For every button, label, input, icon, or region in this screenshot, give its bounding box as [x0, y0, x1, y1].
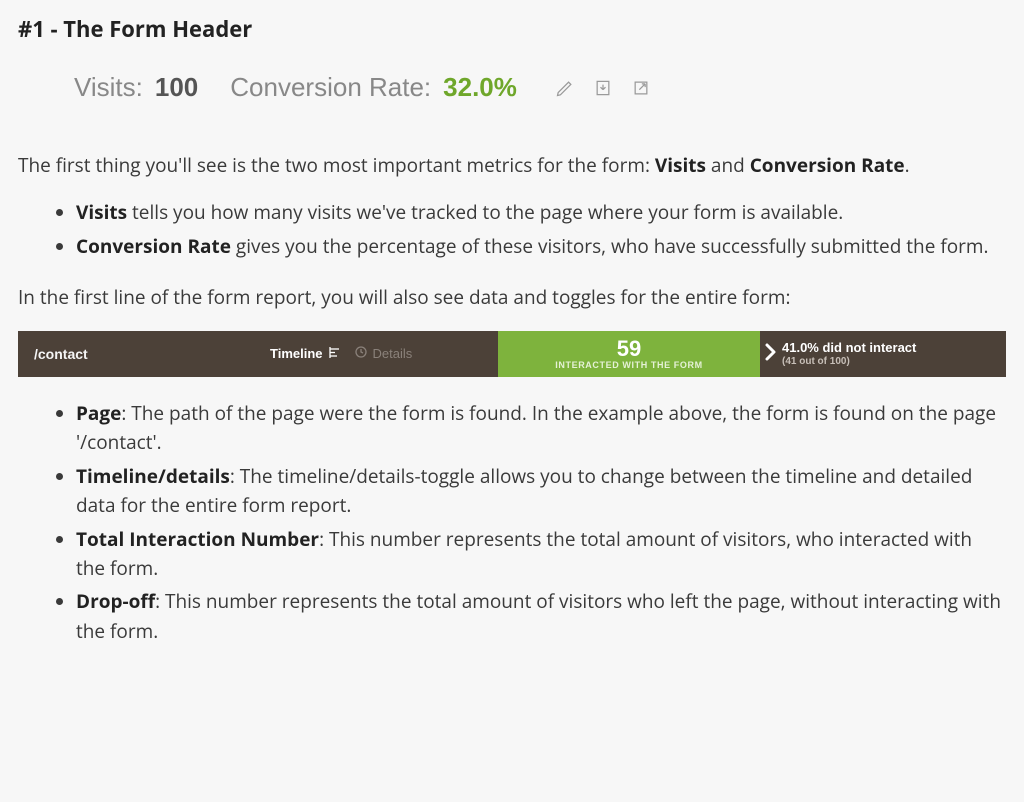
- download-icon[interactable]: [593, 78, 613, 98]
- pencil-icon[interactable]: [555, 78, 575, 98]
- timeline-icon: [329, 346, 341, 361]
- desc-visits: tells you how many visits we've tracked …: [127, 199, 843, 225]
- list-item: Visits tells you how many visits we've t…: [76, 198, 1006, 227]
- intro-bold-visits: Visits: [655, 152, 706, 178]
- intro-text-post: .: [905, 152, 910, 178]
- list-item: Drop-off: This number represents the tot…: [76, 587, 1006, 646]
- intro-text-pre: The first thing you'll see is the two mo…: [18, 152, 655, 178]
- details-toggle[interactable]: Details: [355, 346, 413, 361]
- list-item: Page: The path of the page were the form…: [76, 399, 1006, 458]
- section-heading: #1 - The Form Header: [18, 14, 1006, 44]
- intro-text-mid: and: [706, 152, 750, 178]
- timeline-label: Timeline: [270, 346, 323, 361]
- desc-conversion: gives you the percentage of these visito…: [231, 233, 989, 259]
- list-item: Total Interaction Number: This number re…: [76, 525, 1006, 584]
- page-path: /contact: [34, 346, 88, 362]
- timeline-toggle[interactable]: Timeline: [270, 346, 341, 361]
- dropoff-line1: 41.0% did not interact: [782, 340, 916, 356]
- between-paragraph: In the first line of the form report, yo…: [18, 283, 1006, 312]
- list-item: Timeline/details: The timeline/details-t…: [76, 462, 1006, 521]
- intro-paragraph: The first thing you'll see is the two mo…: [18, 151, 1006, 180]
- visits-value: 100: [155, 72, 198, 103]
- details-label: Details: [373, 346, 413, 361]
- clock-icon: [355, 346, 367, 361]
- dropoff-panel[interactable]: 41.0% did not interact (41 out of 100): [760, 331, 1006, 377]
- term-timeline: Timeline/details: [76, 463, 230, 489]
- term-visits: Visits: [76, 199, 127, 225]
- metrics-row: Visits: 100 Conversion Rate: 32.0%: [18, 66, 1006, 109]
- term-dropoff: Drop-off: [76, 588, 155, 614]
- term-page: Page: [76, 400, 121, 426]
- dropoff-text: 41.0% did not interact (41 out of 100): [782, 340, 916, 368]
- conversion-value: 32.0%: [443, 72, 517, 103]
- term-conversion: Conversion Rate: [76, 233, 231, 259]
- desc-dropoff: : This number represents the total amoun…: [76, 588, 1001, 643]
- dropoff-line2: (41 out of 100): [782, 356, 916, 368]
- term-total: Total Interaction Number: [76, 526, 319, 552]
- form-report-bar: /contact Timeline Details 59 INTERACTED …: [18, 331, 1006, 377]
- interacted-panel: 59 INTERACTED WITH THE FORM: [498, 331, 760, 377]
- desc-page: : The path of the page were the form is …: [76, 400, 996, 455]
- definitions-list-1: Visits tells you how many visits we've t…: [18, 198, 1006, 261]
- interacted-value: 59: [617, 337, 641, 360]
- intro-bold-conversion: Conversion Rate: [750, 152, 905, 178]
- chevron-right-icon: [760, 342, 782, 366]
- timeline-details-toggle[interactable]: Timeline Details: [270, 346, 412, 361]
- visits-label: Visits:: [74, 72, 143, 103]
- external-link-icon[interactable]: [631, 78, 651, 98]
- interacted-caption: INTERACTED WITH THE FORM: [555, 361, 702, 370]
- report-bar-left: /contact Timeline Details: [18, 331, 498, 377]
- definitions-list-2: Page: The path of the page were the form…: [18, 399, 1006, 647]
- list-item: Conversion Rate gives you the percentage…: [76, 232, 1006, 261]
- conversion-label: Conversion Rate:: [230, 72, 431, 103]
